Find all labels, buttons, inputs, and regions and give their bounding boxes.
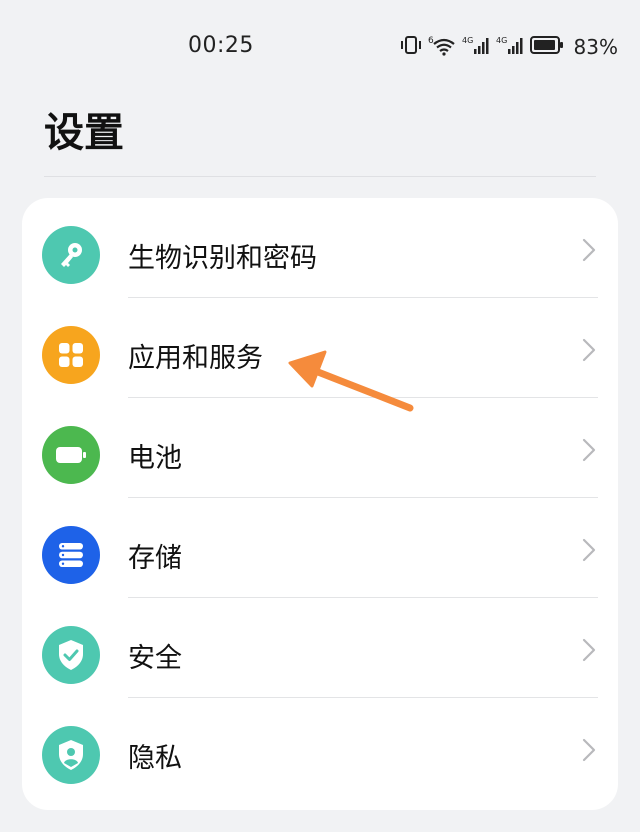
settings-card: 生物识别和密码 应用和服务 电池 存储 安全 隐私	[22, 198, 618, 810]
privacy-shield-icon	[42, 726, 100, 784]
settings-item-label: 存储	[128, 543, 182, 574]
settings-item-label: 应用和服务	[128, 343, 263, 374]
chevron-right-icon	[582, 238, 596, 266]
chevron-right-icon	[582, 338, 596, 366]
page-title: 设置	[44, 110, 124, 156]
settings-item-battery[interactable]: 电池	[22, 398, 618, 498]
battery-icon	[529, 35, 564, 59]
settings-item-label: 生物识别和密码	[128, 243, 317, 274]
svg-text:4G: 4G	[462, 36, 473, 45]
chevron-right-icon	[582, 538, 596, 566]
settings-item-label: 电池	[128, 443, 182, 474]
settings-item-security[interactable]: 安全	[22, 598, 618, 698]
status-time: 00:25	[188, 33, 254, 58]
settings-item-privacy[interactable]: 隐私	[22, 698, 618, 798]
battery-percent: 83%	[573, 35, 618, 59]
settings-item-storage[interactable]: 存储	[22, 498, 618, 598]
settings-item-label: 隐私	[128, 743, 182, 774]
battery-icon	[42, 426, 100, 484]
svg-text:4G: 4G	[496, 36, 507, 45]
shield-check-icon	[42, 626, 100, 684]
storage-icon	[42, 526, 100, 584]
settings-item-label: 安全	[128, 643, 182, 674]
divider	[44, 176, 596, 177]
vibrate-icon	[400, 35, 422, 59]
signal-4g-icon: 4G	[496, 34, 524, 60]
wifi-6-icon: 6	[428, 34, 456, 60]
key-icon	[42, 226, 100, 284]
chevron-right-icon	[582, 638, 596, 666]
apps-grid-icon	[42, 326, 100, 384]
svg-text:6: 6	[428, 36, 434, 46]
settings-item-apps-services[interactable]: 应用和服务	[22, 298, 618, 398]
status-bar: 00:25 6 4G 4G 83%	[0, 0, 640, 92]
signal-4g-icon: 4G	[462, 34, 490, 60]
chevron-right-icon	[582, 438, 596, 466]
settings-item-biometrics-password[interactable]: 生物识别和密码	[22, 198, 618, 298]
status-icons: 6 4G 4G 83%	[400, 33, 618, 61]
chevron-right-icon	[582, 738, 596, 766]
